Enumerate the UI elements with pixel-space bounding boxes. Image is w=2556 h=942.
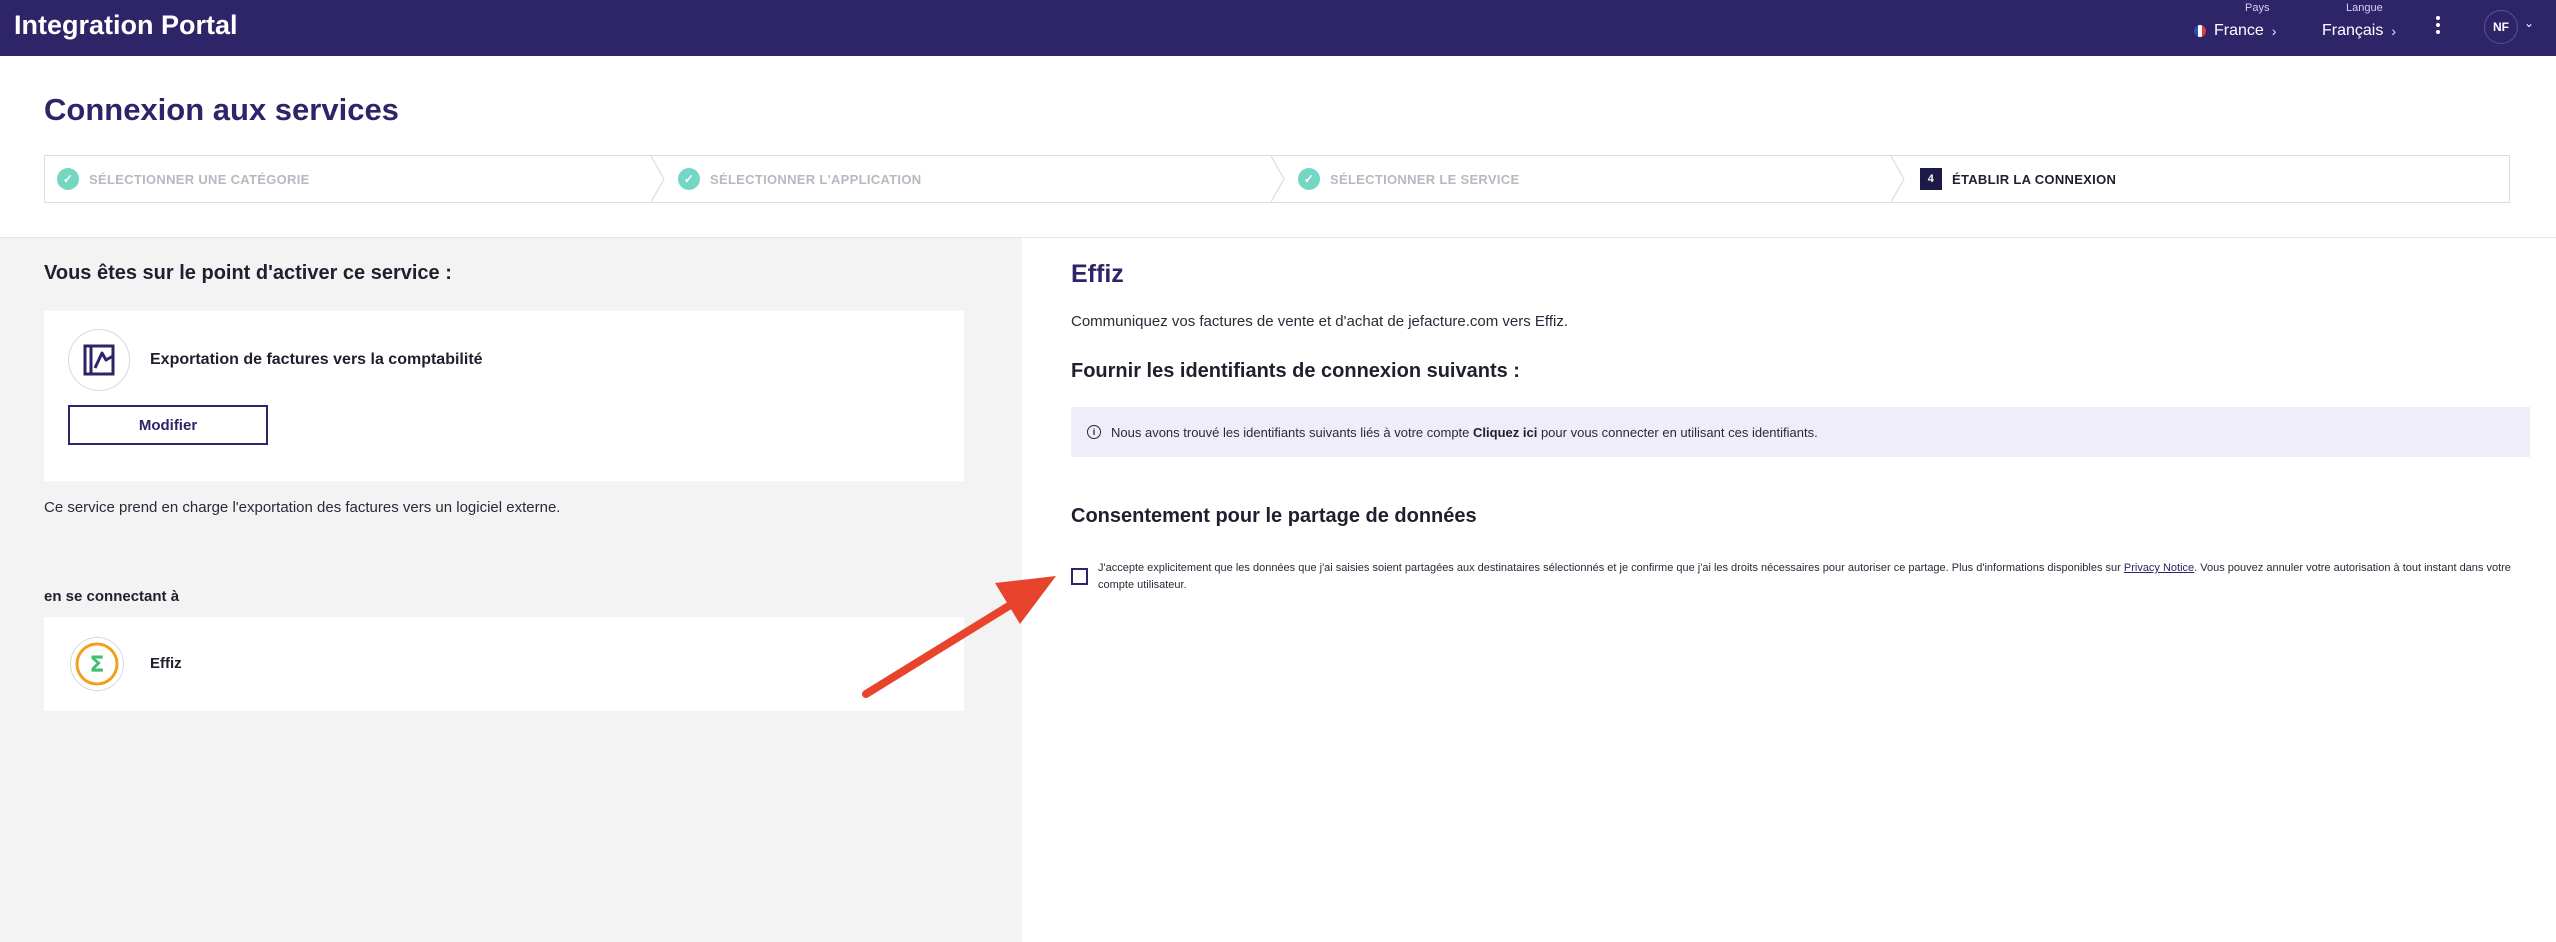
avatar[interactable]: NF [2484,10,2518,44]
page-title: Connexion aux services [44,92,399,127]
credentials-info-banner: i Nous avons trouvé les identifiants sui… [1071,407,2530,457]
language-value: Français [2322,22,2384,39]
click-here-link[interactable]: Cliquez ici [1473,425,1537,440]
consent-text: J'accepte explicitement que les données … [1098,560,2528,594]
step-label: SÉLECTIONNER UNE CATÉGORIE [89,171,310,187]
country-selector[interactable]: Pays France › [2190,0,2290,56]
country-caption: Pays [2245,2,2270,14]
language-value-row[interactable]: Français › [2322,22,2396,40]
connecting-label: en se connectant à [44,588,180,605]
step-establish-connection[interactable]: 4 ÉTABLIR LA CONNEXION [1920,156,2116,202]
info-text: Nous avons trouvé les identifiants suiva… [1111,425,1818,440]
export-service-icon [68,329,130,391]
app-card: Σ Effiz [44,617,964,711]
step-separator [1891,156,1905,202]
app-description: Communiquez vos factures de vente et d'a… [1071,313,1568,330]
info-text-before: Nous avons trouvé les identifiants suiva… [1111,424,1470,440]
language-caption: Langue [2346,2,2383,14]
service-name: Exportation de factures vers la comptabi… [150,351,483,368]
svg-text:Σ: Σ [89,653,104,678]
privacy-notice-link[interactable]: Privacy Notice [2124,562,2194,574]
effiz-logo-icon: Σ [70,637,124,691]
step-separator [1271,156,1285,202]
step-label: SÉLECTIONNER L'APPLICATION [710,171,922,187]
service-summary-panel: Vous êtes sur le point d'activer ce serv… [0,238,1022,942]
more-options-icon[interactable] [2430,12,2446,38]
stepper: ✓ SÉLECTIONNER UNE CATÉGORIE ✓ SÉLECTION… [44,155,2510,203]
brand-title[interactable]: Integration Portal [14,10,238,41]
step-number: 4 [1920,168,1942,190]
country-value-row[interactable]: France › [2194,22,2276,40]
step-select-category[interactable]: ✓ SÉLECTIONNER UNE CATÉGORIE [57,156,310,202]
language-selector[interactable]: Langue Français › [2320,0,2420,56]
step-select-application[interactable]: ✓ SÉLECTIONNER L'APPLICATION [678,156,921,202]
app-title: Effiz [1071,260,1124,288]
app-name: Effiz [150,655,182,672]
service-description: Ce service prend en charge l'exportation… [44,499,561,516]
check-icon: ✓ [57,168,79,190]
step-label: ÉTABLIR LA CONNEXION [1952,171,2117,187]
country-value: France [2214,22,2264,39]
modify-button[interactable]: Modifier [68,405,268,445]
consent-text-before: J'accepte explicitement que les données … [1098,562,2121,574]
top-bar: Integration Portal Pays France › Langue … [0,0,2556,56]
service-card: Exportation de factures vers la comptabi… [44,311,964,481]
credentials-heading: Fournir les identifiants de connexion su… [1071,360,1520,382]
step-label: SÉLECTIONNER LE SERVICE [1330,171,1520,187]
chevron-right-icon: › [2391,23,2397,39]
check-icon: ✓ [678,168,700,190]
info-text-after: pour vous connecter en utilisant ces ide… [1540,424,1818,440]
chevron-down-icon[interactable]: ⌄ [2524,16,2534,30]
info-icon: i [1087,425,1101,439]
step-select-service[interactable]: ✓ SÉLECTIONNER LE SERVICE [1298,156,1519,202]
france-flag-icon [2194,25,2206,37]
chevron-right-icon: › [2271,23,2277,39]
consent-checkbox[interactable] [1071,568,1088,585]
connection-panel: Effiz Communiquez vos factures de vente … [1022,238,2556,942]
check-icon: ✓ [1298,168,1320,190]
step-separator [651,156,665,202]
activation-heading: Vous êtes sur le point d'activer ce serv… [44,262,452,284]
consent-heading: Consentement pour le partage de données [1071,505,1477,527]
